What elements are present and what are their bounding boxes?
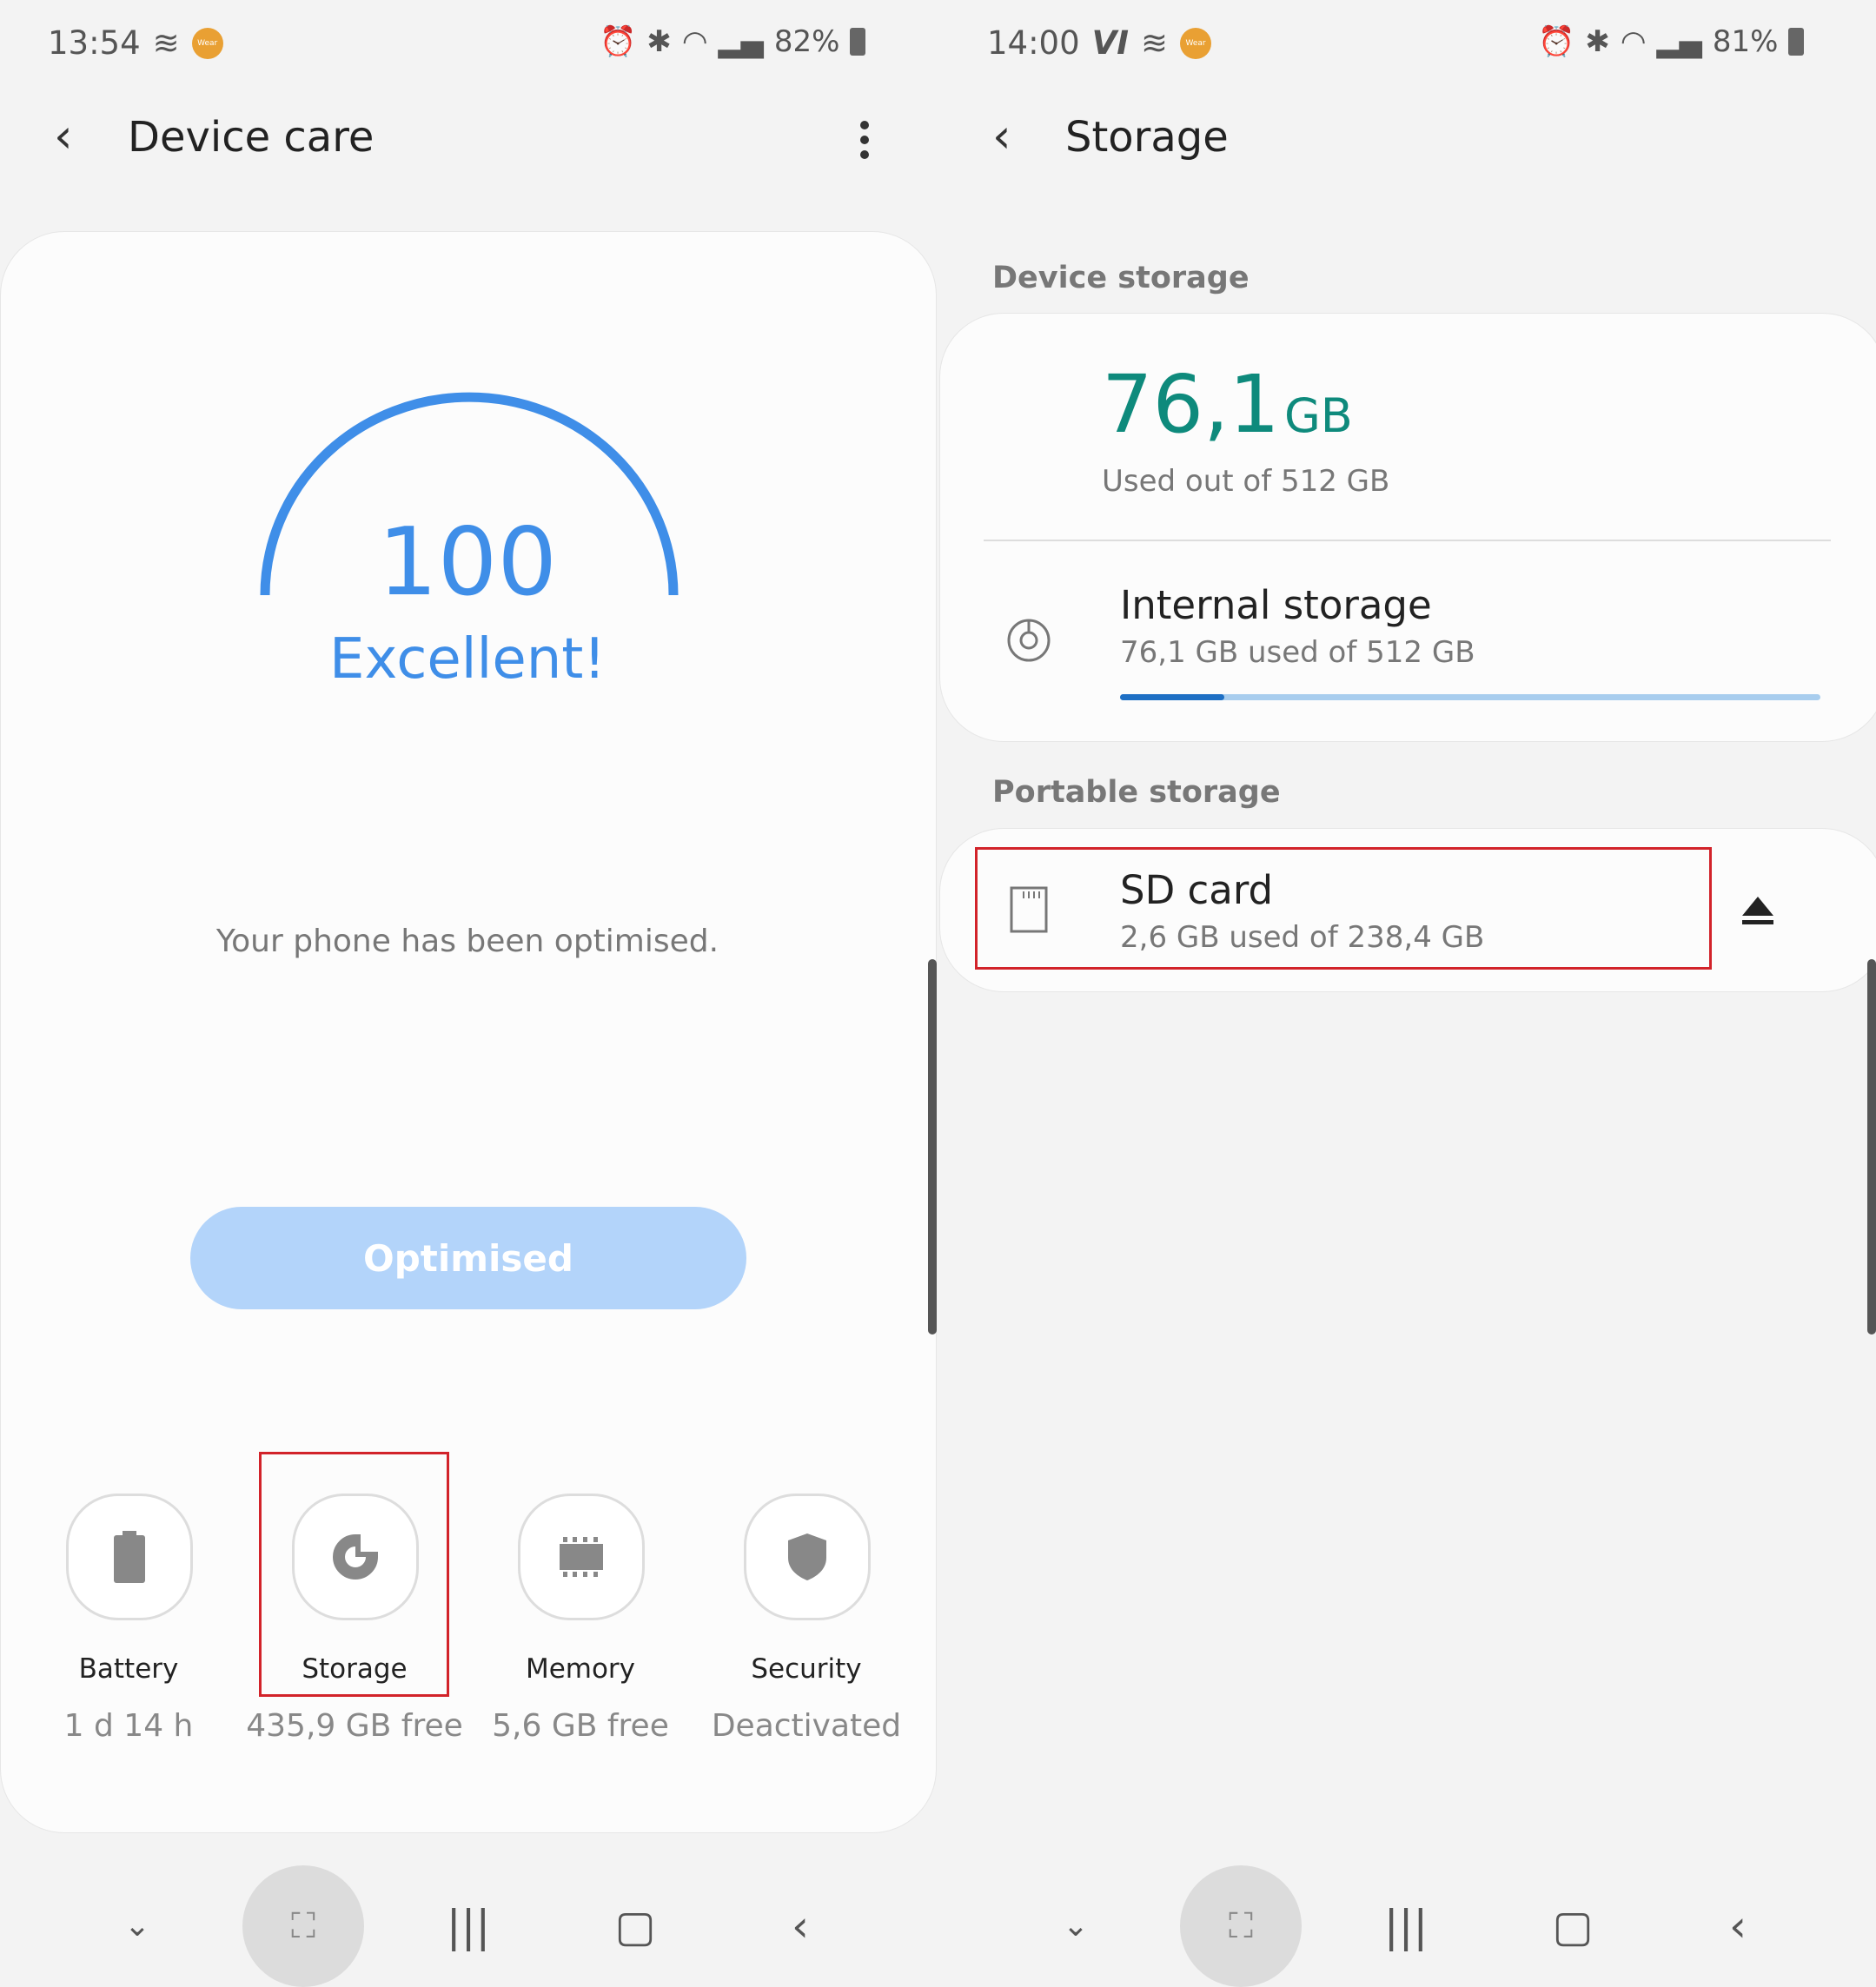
internal-storage-title: Internal storage	[1120, 582, 1432, 628]
back-nav-button[interactable]: ‹	[766, 1903, 835, 1950]
divider	[984, 540, 1831, 541]
battery-button[interactable]	[66, 1494, 193, 1620]
highlight-box-storage	[259, 1452, 449, 1697]
hide-nav-button[interactable]: ⌄	[1041, 1903, 1110, 1950]
home-button[interactable]: ▢	[1538, 1903, 1608, 1950]
status-message: Your phone has been optimised.	[215, 924, 719, 959]
alarm-icon: ⏰	[600, 24, 637, 59]
memory-value: 5,6 GB free	[492, 1708, 669, 1744]
used-unit: GB	[1283, 388, 1353, 443]
recents-button[interactable]: |||	[1371, 1903, 1441, 1950]
storage-disc-icon	[1007, 619, 1051, 662]
more-vert-icon	[860, 121, 869, 159]
battery-icon	[114, 1531, 145, 1583]
section-device-storage: Device storage	[992, 261, 1250, 295]
status-time: 13:54	[48, 24, 141, 62]
battery-label: Battery	[78, 1653, 179, 1685]
storage-value: 435,9 GB free	[246, 1708, 463, 1744]
security-value: Deactivated	[711, 1708, 902, 1744]
status-icons-right: ⏰ ✱ ◠ ▂▄ 81%	[1538, 24, 1805, 59]
back-button[interactable]: ‹	[992, 113, 1011, 160]
vi-icon: VI	[1091, 24, 1130, 62]
signal-icon: ▂▄	[1656, 24, 1702, 59]
used-caption: Used out of 512 GB	[1102, 464, 1390, 499]
score-rating: Excellent!	[329, 627, 606, 692]
section-portable-storage: Portable storage	[992, 775, 1281, 810]
capture-button[interactable]: ⛶	[1206, 1903, 1276, 1950]
memory-label: Memory	[525, 1653, 636, 1685]
shield-icon	[788, 1533, 826, 1580]
back-button[interactable]: ‹	[54, 113, 73, 160]
internal-storage-subtitle: 76,1 GB used of 512 GB	[1120, 635, 1475, 670]
bluetooth-icon: ✱	[1585, 24, 1610, 59]
wear-icon: Wear	[191, 27, 223, 59]
eject-icon[interactable]	[1740, 893, 1775, 928]
swipe-icon: ≋	[1141, 24, 1169, 62]
highlight-box-sd-card	[975, 847, 1712, 970]
battery-value: 1 d 14 h	[63, 1708, 194, 1744]
security-label: Security	[751, 1653, 862, 1685]
status-bar-right: 14:00 VI ≋ Wear	[987, 24, 1212, 62]
memory-chip-icon	[560, 1537, 603, 1577]
score-value: 100	[377, 508, 558, 617]
scrollbar[interactable]	[928, 959, 937, 1335]
security-button[interactable]	[744, 1494, 871, 1620]
alarm-icon: ⏰	[1538, 24, 1575, 59]
recents-button[interactable]: |||	[434, 1903, 503, 1950]
wifi-icon: ◠	[1620, 24, 1647, 59]
wear-icon: Wear	[1180, 27, 1212, 59]
battery-icon	[850, 28, 866, 56]
signal-icon: ▂▄	[718, 24, 764, 59]
page-title: Device care	[128, 113, 375, 162]
back-nav-button[interactable]: ‹	[1703, 1903, 1773, 1950]
used-value: 76,1	[1102, 358, 1280, 451]
optimised-button[interactable]: Optimised	[190, 1207, 746, 1309]
internal-storage-bar-fill	[1120, 694, 1225, 700]
more-options-button[interactable]	[858, 120, 871, 163]
memory-button[interactable]	[518, 1494, 645, 1620]
internal-storage-bar	[1120, 694, 1820, 700]
status-bar-left: 13:54 ≋ Wear	[48, 24, 223, 62]
battery-percent: 82%	[773, 24, 840, 59]
scrollbar[interactable]	[1867, 959, 1876, 1335]
battery-icon	[1788, 28, 1805, 56]
used-amount: 76,1 GB	[1102, 358, 1353, 451]
page-title: Storage	[1065, 113, 1229, 162]
hide-nav-button[interactable]: ⌄	[103, 1903, 172, 1950]
home-button[interactable]: ▢	[600, 1903, 670, 1950]
wifi-icon: ◠	[681, 24, 708, 59]
capture-button[interactable]: ⛶	[268, 1903, 338, 1950]
swipe-icon: ≋	[152, 24, 180, 62]
status-time: 14:00	[987, 24, 1080, 62]
battery-percent: 81%	[1712, 24, 1779, 59]
bluetooth-icon: ✱	[646, 24, 672, 59]
status-icons-left: ⏰ ✱ ◠ ▂▄ 82%	[600, 24, 866, 59]
